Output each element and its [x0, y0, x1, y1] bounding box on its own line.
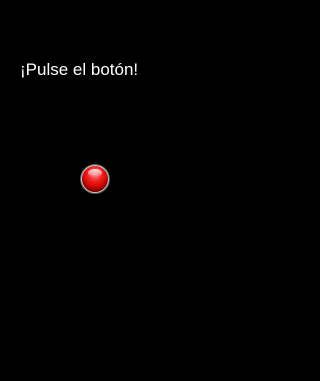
screen: ¡Pulse el botón! [0, 0, 200, 381]
red-circle-button-icon [88, 169, 102, 177]
prompt-text: ¡Pulse el botón! [20, 60, 139, 79]
red-push-button[interactable] [81, 165, 109, 193]
